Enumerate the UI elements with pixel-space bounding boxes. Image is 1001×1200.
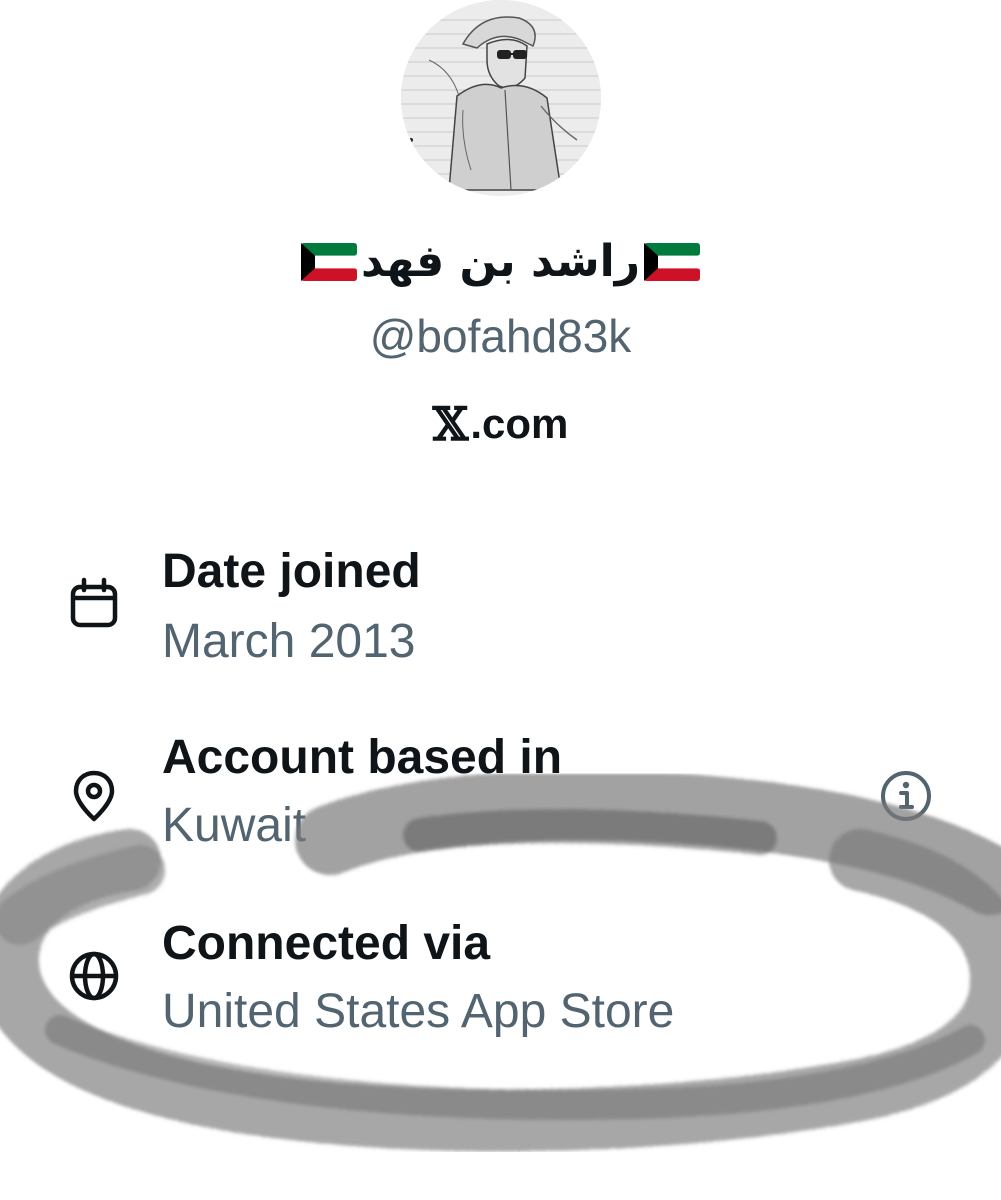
account-based-in-label: Account based in xyxy=(162,731,563,784)
calendar-icon xyxy=(70,577,118,628)
info-row-account-based-in: Account based in Kuwait xyxy=(0,724,1001,864)
site-domain-text: .com xyxy=(470,400,569,447)
info-row-connected-via: Connected via United States App Store xyxy=(0,910,1001,1050)
connected-via-label: Connected via xyxy=(162,917,491,970)
kuwait-flag-icon xyxy=(644,243,701,281)
site-label: 𝕏 .com xyxy=(0,398,1001,450)
display-name: راشد بن فهد xyxy=(360,236,641,287)
info-row-date-joined: Date joined March 2013 xyxy=(0,540,1001,680)
kuwait-flag-icon xyxy=(300,243,357,281)
date-joined-label: Date joined xyxy=(162,545,421,598)
date-joined-value: March 2013 xyxy=(162,615,416,668)
connected-via-value: United States App Store xyxy=(162,985,675,1038)
account-based-in-value: Kuwait xyxy=(162,799,307,852)
info-circle-icon[interactable] xyxy=(878,768,934,824)
display-name-row: راشد بن فهد xyxy=(0,232,1001,292)
x-logo-icon: 𝕏 xyxy=(432,397,469,451)
globe-icon xyxy=(69,951,119,1001)
avatar-sketch-image xyxy=(401,0,601,196)
profile-handle: @bofahd83k xyxy=(369,310,632,362)
profile-avatar[interactable] xyxy=(401,0,601,196)
location-pin-icon xyxy=(73,770,115,822)
